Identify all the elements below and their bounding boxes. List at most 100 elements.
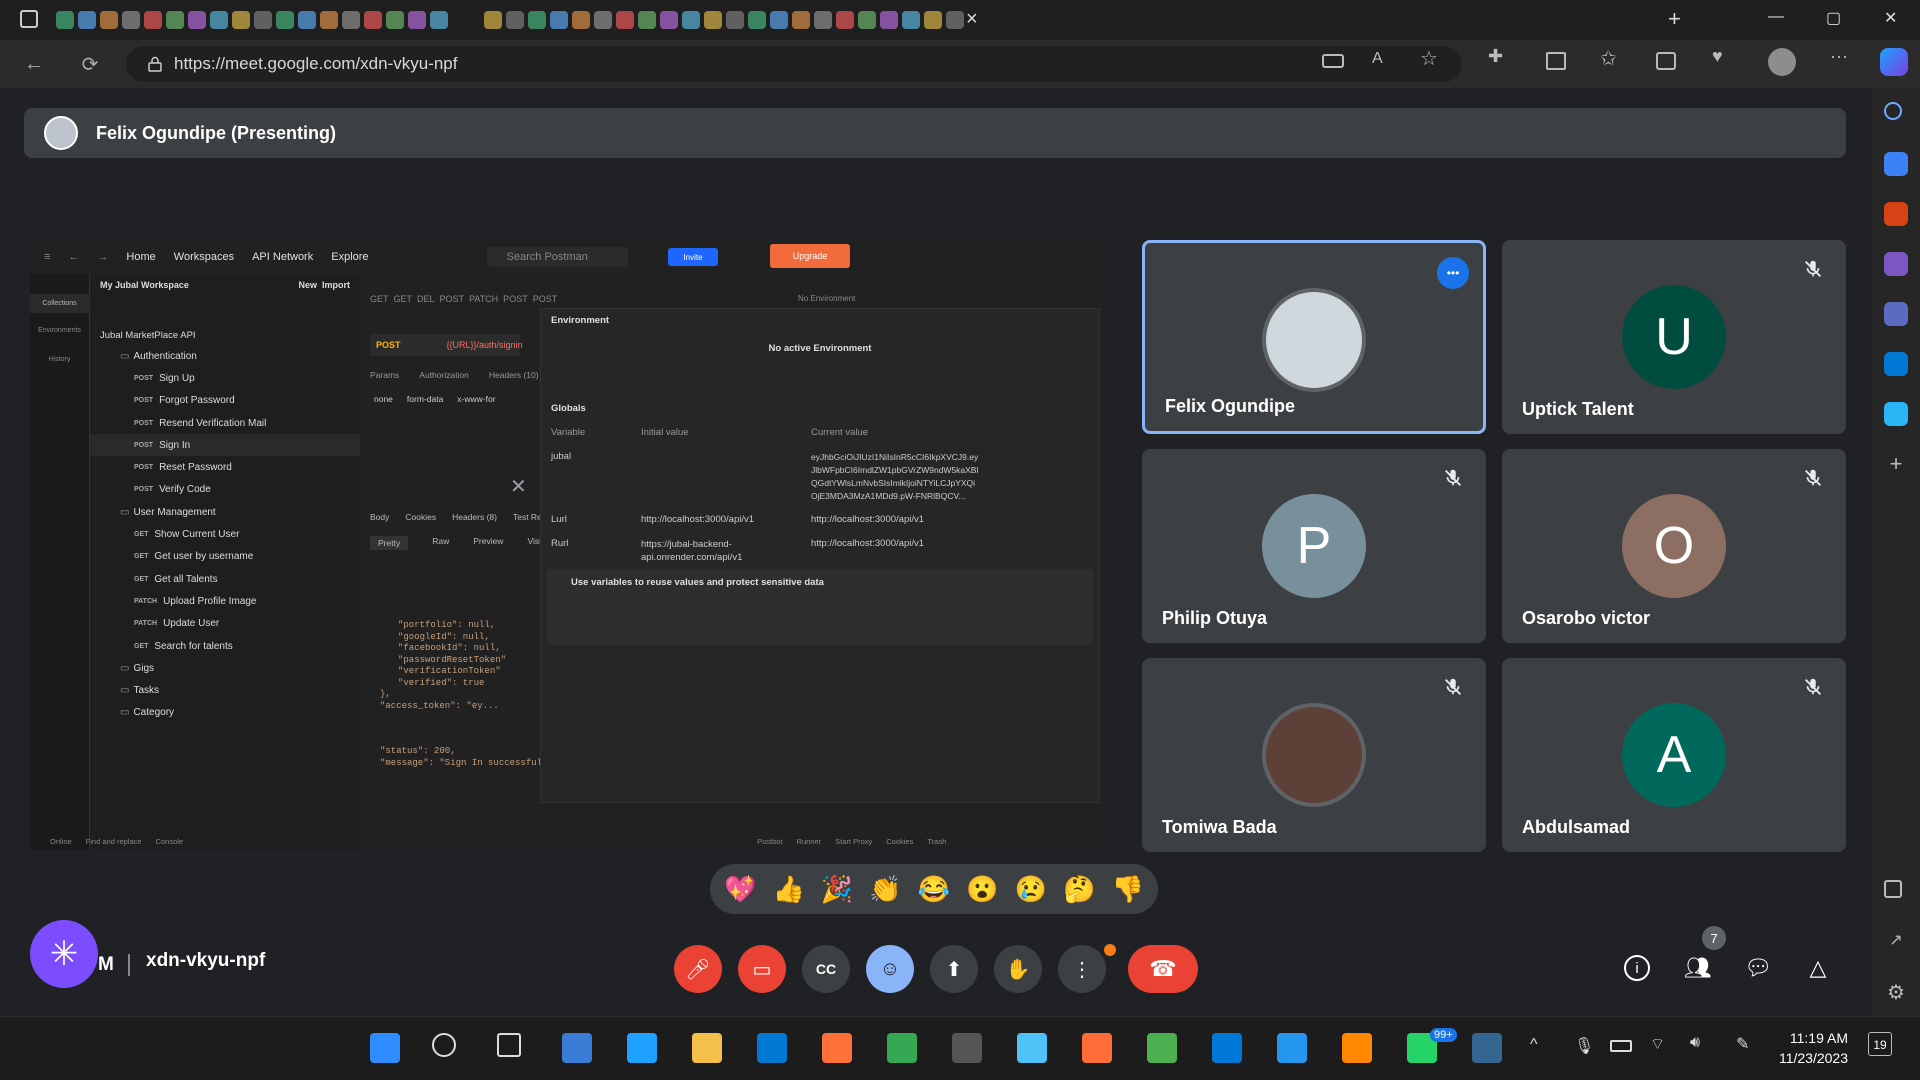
outlook-icon[interactable] — [1884, 352, 1908, 376]
add-icon[interactable]: + — [1884, 452, 1908, 476]
favorite-star-icon[interactable]: ☆ — [1420, 46, 1438, 71]
emoji-reactions-button[interactable]: ☺ — [866, 945, 914, 993]
chrome-icon[interactable] — [887, 1033, 917, 1063]
tab-favicon-icon[interactable] — [100, 11, 118, 29]
start-icon[interactable] — [370, 1033, 400, 1063]
terminal-icon[interactable] — [952, 1033, 982, 1063]
file-explorer-icon[interactable] — [692, 1033, 722, 1063]
tab-favicon-icon[interactable] — [364, 11, 382, 29]
tile-more-options-icon[interactable]: ••• — [1437, 257, 1469, 289]
tab-favicon-icon[interactable] — [506, 11, 524, 29]
tab-favicon-icon[interactable] — [814, 11, 832, 29]
git-icon[interactable] — [1147, 1033, 1177, 1063]
external-link-icon[interactable]: ↗ — [1884, 930, 1908, 954]
new-tab-button[interactable]: + — [1668, 6, 1681, 32]
tab-favicon-icon[interactable] — [528, 11, 546, 29]
meeting-info-icon[interactable]: i — [1624, 955, 1650, 981]
camera-icon[interactable] — [1322, 54, 1344, 68]
raise-hand-button[interactable]: ✋ — [994, 945, 1042, 993]
volume-icon[interactable]: 🔊︎ — [1690, 1034, 1700, 1052]
close-window-button[interactable]: ✕ — [1884, 8, 1897, 28]
tab-favicon-icon[interactable] — [924, 11, 942, 29]
browser-essentials-icon[interactable]: ♥ — [1712, 46, 1723, 67]
more-options-button[interactable]: ⋮ — [1058, 945, 1106, 993]
tab-favicon-icon[interactable] — [770, 11, 788, 29]
sidebar-toggle-icon[interactable] — [1884, 880, 1902, 898]
tab-favicon-icon[interactable] — [408, 11, 426, 29]
reload-icon[interactable]: ⟳ — [72, 46, 108, 82]
edge-icon[interactable] — [627, 1033, 657, 1063]
reaction-emoji[interactable]: 👎 — [1112, 874, 1144, 905]
firefox-icon[interactable] — [822, 1033, 852, 1063]
tab-favicon-icon[interactable] — [254, 11, 272, 29]
vscode-icon[interactable] — [1212, 1033, 1242, 1063]
read-aloud-icon[interactable]: A — [1372, 50, 1383, 68]
reaction-emoji[interactable]: 😢 — [1015, 874, 1047, 905]
notepad-icon[interactable] — [1017, 1033, 1047, 1063]
people-icon[interactable]: 👥︎ — [1682, 952, 1714, 984]
gear-icon[interactable]: ⚙ — [1884, 980, 1908, 1004]
tab-favicon-icon[interactable] — [792, 11, 810, 29]
tab-favicon-icon[interactable] — [748, 11, 766, 29]
participant-tile[interactable]: P Philip Otuya — [1142, 449, 1486, 643]
tab-favicon-icon[interactable] — [682, 11, 700, 29]
reaction-emoji[interactable]: 😮 — [966, 874, 998, 905]
leave-call-button[interactable]: ☎ — [1128, 945, 1198, 993]
participant-tile[interactable]: Tomiwa Bada — [1142, 658, 1486, 852]
tab-actions-icon[interactable] — [20, 10, 38, 28]
vlc-icon[interactable] — [1342, 1033, 1372, 1063]
tab-favicon-icon[interactable] — [56, 11, 74, 29]
participant-tile[interactable]: A Abdulsamad — [1502, 658, 1846, 852]
tab-favicon-icon[interactable] — [836, 11, 854, 29]
tab-favicon-icon[interactable] — [594, 11, 612, 29]
reaction-emoji[interactable]: 🎉 — [821, 874, 853, 905]
tab-favicon-icon[interactable] — [858, 11, 876, 29]
tab-favicon-icon[interactable] — [320, 11, 338, 29]
settings-more-icon[interactable]: ··· — [1830, 46, 1848, 67]
pen-icon[interactable]: ✎ — [1736, 1034, 1749, 1054]
split-screen-icon[interactable] — [1546, 52, 1566, 70]
tab-favicon-icon[interactable] — [144, 11, 162, 29]
tab-favicon-icon[interactable] — [902, 11, 920, 29]
send-icon[interactable] — [1884, 402, 1908, 426]
reaction-emoji[interactable]: 😂 — [918, 874, 950, 905]
postgres-icon[interactable] — [1472, 1033, 1502, 1063]
reaction-emoji[interactable]: 👍 — [772, 874, 804, 905]
shopping-tag-icon[interactable] — [1884, 152, 1908, 176]
search-icon[interactable] — [432, 1033, 456, 1057]
profile-avatar[interactable] — [1768, 48, 1796, 76]
maximize-button[interactable]: ▢ — [1826, 8, 1841, 28]
games-icon[interactable] — [1884, 252, 1908, 276]
extensions-icon[interactable]: ✚ — [1488, 46, 1503, 67]
tab-favicon-icon[interactable] — [726, 11, 744, 29]
mic-off-button[interactable]: 🎤︎ — [674, 945, 722, 993]
tab-favicon-icon[interactable] — [638, 11, 656, 29]
reaction-emoji[interactable]: 💖 — [724, 874, 756, 905]
tab-favicon-icon[interactable] — [430, 11, 448, 29]
search-icon[interactable] — [1884, 102, 1902, 120]
url-text[interactable]: https://meet.google.com/xdn-vkyu-npf — [174, 54, 457, 74]
docker-icon[interactable] — [1277, 1033, 1307, 1063]
tab-favicon-icon[interactable] — [210, 11, 228, 29]
tab-favicon-icon[interactable] — [572, 11, 590, 29]
tools-icon[interactable] — [1884, 202, 1908, 226]
collections-icon[interactable] — [1656, 52, 1676, 70]
copilot-icon[interactable] — [1880, 48, 1908, 76]
tab-favicon-icon[interactable] — [188, 11, 206, 29]
store-icon[interactable] — [757, 1033, 787, 1063]
tab-favicon-icon[interactable] — [166, 11, 184, 29]
activities-icon[interactable]: △ — [1802, 952, 1834, 984]
camera-off-button[interactable]: ▭ — [738, 945, 786, 993]
favorites-icon[interactable]: ✩ — [1600, 46, 1617, 71]
captions-button[interactable]: CC — [802, 945, 850, 993]
tab-favicon-icon[interactable] — [660, 11, 678, 29]
tab-favicon-icon[interactable] — [298, 11, 316, 29]
widgets-icon[interactable] — [562, 1033, 592, 1063]
participant-tile[interactable]: Felix Ogundipe ••• — [1142, 240, 1486, 434]
tab-favicon-icon[interactable] — [276, 11, 294, 29]
meet-apps-icon[interactable]: ✳ — [30, 920, 98, 988]
reaction-emoji[interactable]: 🤔 — [1063, 874, 1095, 905]
copilot-sidebar-icon[interactable] — [1884, 302, 1908, 326]
participant-tile[interactable]: O Osarobo victor — [1502, 449, 1846, 643]
back-arrow-icon[interactable]: ← — [16, 46, 52, 82]
